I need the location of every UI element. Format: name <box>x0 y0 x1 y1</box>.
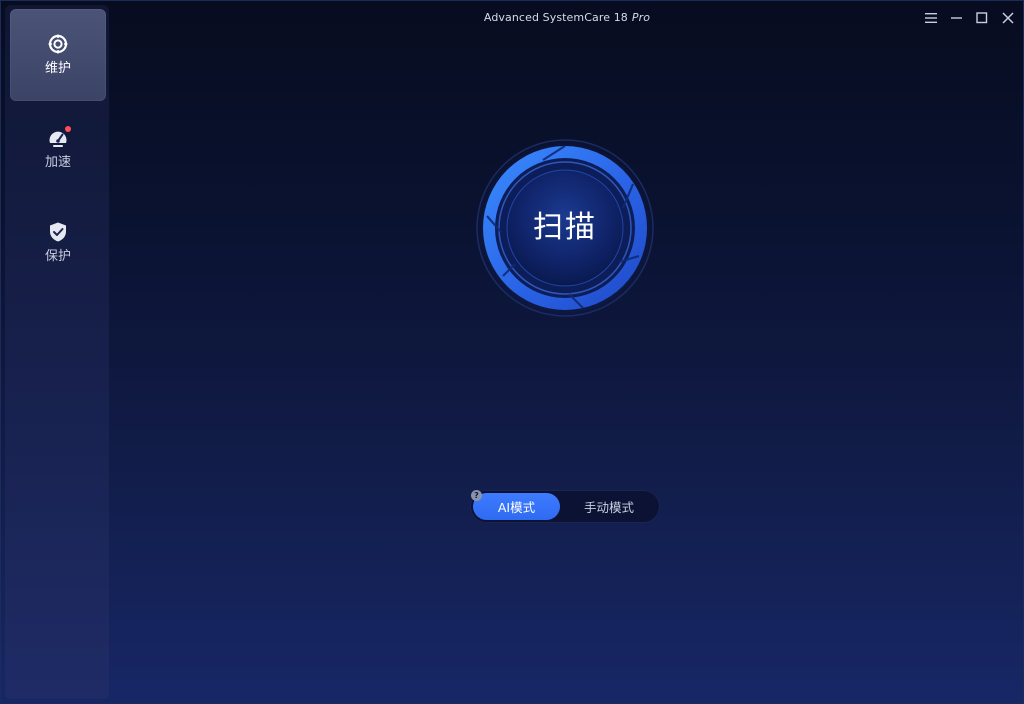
sidebar: 维护 加速 保护 <box>5 5 109 699</box>
edition-label: Pro <box>631 11 651 24</box>
mode-toggle: AI模式 手动模式 <box>470 490 660 523</box>
app-window: 维护 加速 保护 Advanced SystemCare 18 Pro 扫描 A… <box>0 0 1024 704</box>
menu-icon <box>925 13 937 23</box>
scan-ring-graphic <box>474 137 656 319</box>
sidebar-item-protect[interactable]: 保护 <box>10 197 106 289</box>
sidebar-item-maintain[interactable]: 维护 <box>10 9 106 101</box>
close-icon <box>1002 12 1014 24</box>
maximize-button[interactable] <box>972 8 992 28</box>
minimize-icon <box>951 17 962 19</box>
shield-icon <box>47 221 69 243</box>
close-button[interactable] <box>998 8 1018 28</box>
sidebar-item-label: 保护 <box>44 249 71 264</box>
sidebar-item-label: 加速 <box>44 155 71 170</box>
menu-button[interactable] <box>921 8 941 28</box>
sidebar-item-speedup[interactable]: 加速 <box>10 103 106 195</box>
minimize-button[interactable] <box>947 8 967 28</box>
app-title: Advanced SystemCare 18 Pro <box>111 11 1023 24</box>
notification-dot <box>65 126 71 132</box>
scan-button[interactable]: 扫描 <box>473 136 657 320</box>
manual-mode-button[interactable]: 手动模式 <box>564 493 654 520</box>
title-bar: Advanced SystemCare 18 Pro <box>111 1 1023 35</box>
ai-mode-button[interactable]: AI模式 <box>473 493 560 520</box>
help-icon[interactable]: ? <box>471 490 482 501</box>
app-name: Advanced SystemCare 18 <box>483 11 628 24</box>
maintain-icon <box>47 33 69 55</box>
maximize-icon <box>976 12 988 24</box>
sidebar-item-label: 维护 <box>44 61 71 76</box>
speedometer-icon <box>47 126 71 149</box>
